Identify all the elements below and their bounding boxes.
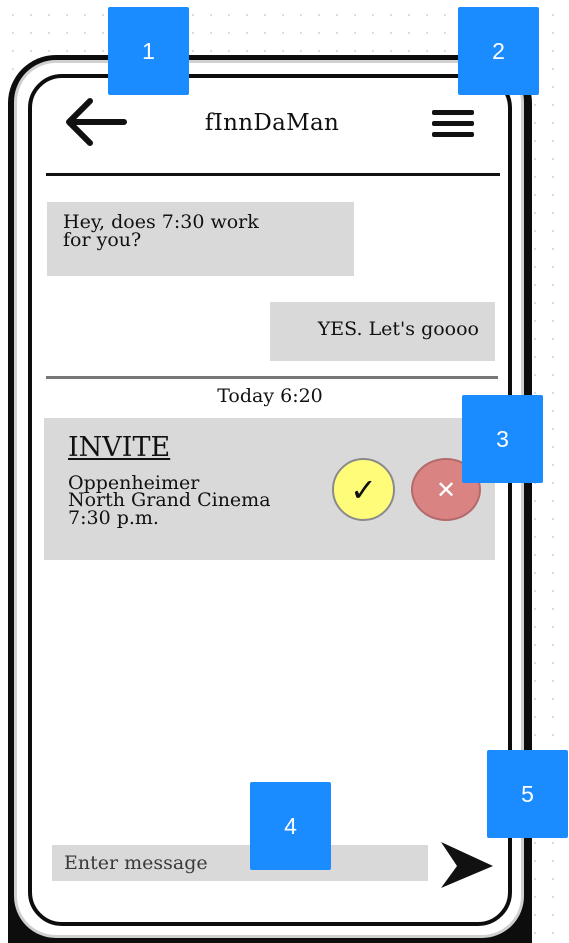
accept-invite-button[interactable]: ✓ (332, 458, 395, 521)
hamburger-menu-icon (432, 110, 474, 137)
contact-name: fInnDaMan (204, 110, 340, 136)
annotation-marker-1: 1 (108, 7, 189, 95)
annotation-marker-5: 5 (487, 750, 568, 838)
invite-time: 7:30 p.m. (68, 507, 159, 529)
incoming-message-bubble: Hey, does 7:30 work for you? (47, 202, 354, 276)
annotation-marker-4: 4 (250, 782, 331, 870)
message-input[interactable] (52, 845, 428, 881)
menu-button[interactable] (430, 106, 478, 142)
message-timestamp: Today 6:20 (217, 385, 323, 407)
outgoing-message-bubble: YES. Let's goooo (270, 302, 495, 361)
message-text-line: for you? (63, 229, 142, 251)
message-text: YES. Let's goooo (317, 318, 479, 340)
header-divider (46, 173, 500, 176)
send-arrow-icon (441, 842, 493, 888)
annotation-marker-2: 2 (458, 7, 539, 95)
annotation-marker-3: 3 (462, 395, 543, 483)
send-button[interactable] (435, 836, 497, 892)
timestamp-divider (46, 376, 498, 379)
invite-card: INVITE Oppenheimer North Grand Cinema 7:… (44, 418, 495, 560)
back-button[interactable] (62, 96, 128, 148)
checkmark-icon: ✓ (350, 470, 377, 509)
arrow-left-icon (66, 98, 127, 146)
invite-title: INVITE (68, 432, 171, 463)
close-icon: ✕ (435, 475, 457, 504)
